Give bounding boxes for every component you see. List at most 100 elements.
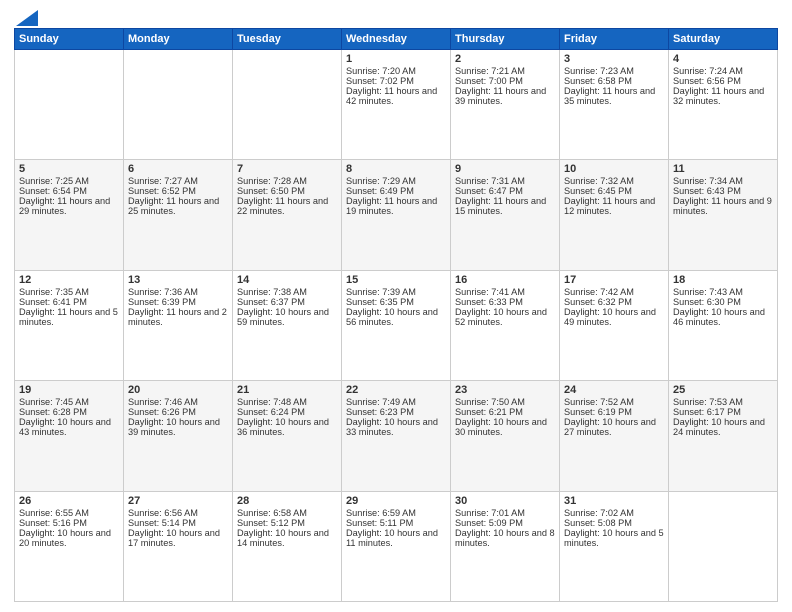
week-row-2: 5Sunrise: 7:25 AMSunset: 6:54 PMDaylight…: [15, 160, 778, 270]
day-number: 11: [673, 163, 773, 175]
calendar-cell: [669, 491, 778, 601]
calendar-cell: 14Sunrise: 7:38 AMSunset: 6:37 PMDayligh…: [233, 270, 342, 380]
day-info: Sunrise: 7:49 AM: [346, 397, 446, 407]
calendar-cell: 7Sunrise: 7:28 AMSunset: 6:50 PMDaylight…: [233, 160, 342, 270]
day-info: Daylight: 10 hours and 59 minutes.: [237, 307, 337, 327]
day-number: 28: [237, 495, 337, 507]
day-info: Sunset: 7:02 PM: [346, 76, 446, 86]
header: [14, 10, 778, 22]
weekday-header-friday: Friday: [560, 29, 669, 50]
day-info: Sunrise: 7:53 AM: [673, 397, 773, 407]
day-info: Daylight: 11 hours and 29 minutes.: [19, 196, 119, 216]
day-number: 14: [237, 274, 337, 286]
calendar-cell: 29Sunrise: 6:59 AMSunset: 5:11 PMDayligh…: [342, 491, 451, 601]
day-info: Sunrise: 7:20 AM: [346, 66, 446, 76]
calendar-cell: 6Sunrise: 7:27 AMSunset: 6:52 PMDaylight…: [124, 160, 233, 270]
day-info: Sunset: 6:58 PM: [564, 76, 664, 86]
calendar-cell: 3Sunrise: 7:23 AMSunset: 6:58 PMDaylight…: [560, 50, 669, 160]
day-info: Sunset: 6:33 PM: [455, 297, 555, 307]
day-info: Sunset: 6:45 PM: [564, 186, 664, 196]
day-info: Daylight: 11 hours and 22 minutes.: [237, 196, 337, 216]
day-info: Daylight: 10 hours and 11 minutes.: [346, 528, 446, 548]
day-number: 24: [564, 384, 664, 396]
day-info: Sunset: 6:43 PM: [673, 186, 773, 196]
day-number: 2: [455, 53, 555, 65]
calendar-cell: 5Sunrise: 7:25 AMSunset: 6:54 PMDaylight…: [15, 160, 124, 270]
calendar-cell: 9Sunrise: 7:31 AMSunset: 6:47 PMDaylight…: [451, 160, 560, 270]
day-info: Sunset: 7:00 PM: [455, 76, 555, 86]
day-info: Sunset: 6:49 PM: [346, 186, 446, 196]
calendar-cell: 20Sunrise: 7:46 AMSunset: 6:26 PMDayligh…: [124, 381, 233, 491]
day-info: Sunset: 6:19 PM: [564, 407, 664, 417]
day-info: Daylight: 10 hours and 20 minutes.: [19, 528, 119, 548]
calendar-cell: 23Sunrise: 7:50 AMSunset: 6:21 PMDayligh…: [451, 381, 560, 491]
day-info: Daylight: 10 hours and 39 minutes.: [128, 417, 228, 437]
day-number: 4: [673, 53, 773, 65]
day-number: 13: [128, 274, 228, 286]
day-info: Sunset: 6:37 PM: [237, 297, 337, 307]
day-info: Daylight: 11 hours and 5 minutes.: [19, 307, 119, 327]
day-info: Sunrise: 6:59 AM: [346, 508, 446, 518]
calendar-cell: 28Sunrise: 6:58 AMSunset: 5:12 PMDayligh…: [233, 491, 342, 601]
calendar-cell: 25Sunrise: 7:53 AMSunset: 6:17 PMDayligh…: [669, 381, 778, 491]
day-info: Daylight: 11 hours and 25 minutes.: [128, 196, 228, 216]
day-info: Daylight: 11 hours and 19 minutes.: [346, 196, 446, 216]
day-number: 6: [128, 163, 228, 175]
week-row-1: 1Sunrise: 7:20 AMSunset: 7:02 PMDaylight…: [15, 50, 778, 160]
day-number: 18: [673, 274, 773, 286]
day-info: Daylight: 10 hours and 27 minutes.: [564, 417, 664, 437]
day-info: Sunset: 5:09 PM: [455, 518, 555, 528]
day-info: Sunrise: 7:42 AM: [564, 287, 664, 297]
day-info: Sunrise: 7:32 AM: [564, 176, 664, 186]
calendar-cell: 18Sunrise: 7:43 AMSunset: 6:30 PMDayligh…: [669, 270, 778, 380]
day-info: Daylight: 10 hours and 52 minutes.: [455, 307, 555, 327]
day-info: Sunrise: 7:01 AM: [455, 508, 555, 518]
day-info: Sunset: 6:35 PM: [346, 297, 446, 307]
day-info: Sunrise: 6:56 AM: [128, 508, 228, 518]
day-info: Sunrise: 7:39 AM: [346, 287, 446, 297]
day-info: Daylight: 10 hours and 5 minutes.: [564, 528, 664, 548]
day-info: Sunset: 6:26 PM: [128, 407, 228, 417]
week-row-4: 19Sunrise: 7:45 AMSunset: 6:28 PMDayligh…: [15, 381, 778, 491]
day-info: Sunrise: 7:48 AM: [237, 397, 337, 407]
weekday-header-row: SundayMondayTuesdayWednesdayThursdayFrid…: [15, 29, 778, 50]
day-number: 10: [564, 163, 664, 175]
day-number: 21: [237, 384, 337, 396]
day-info: Daylight: 11 hours and 2 minutes.: [128, 307, 228, 327]
calendar-cell: [15, 50, 124, 160]
day-number: 8: [346, 163, 446, 175]
calendar-cell: 13Sunrise: 7:36 AMSunset: 6:39 PMDayligh…: [124, 270, 233, 380]
day-info: Sunrise: 7:31 AM: [455, 176, 555, 186]
day-info: Daylight: 10 hours and 33 minutes.: [346, 417, 446, 437]
day-info: Sunrise: 7:35 AM: [19, 287, 119, 297]
weekday-header-saturday: Saturday: [669, 29, 778, 50]
day-number: 16: [455, 274, 555, 286]
day-info: Sunrise: 7:34 AM: [673, 176, 773, 186]
day-info: Daylight: 10 hours and 17 minutes.: [128, 528, 228, 548]
day-info: Daylight: 11 hours and 32 minutes.: [673, 86, 773, 106]
day-info: Sunrise: 7:24 AM: [673, 66, 773, 76]
day-number: 19: [19, 384, 119, 396]
calendar-cell: 27Sunrise: 6:56 AMSunset: 5:14 PMDayligh…: [124, 491, 233, 601]
day-info: Sunset: 6:39 PM: [128, 297, 228, 307]
calendar-cell: 10Sunrise: 7:32 AMSunset: 6:45 PMDayligh…: [560, 160, 669, 270]
calendar-cell: 26Sunrise: 6:55 AMSunset: 5:16 PMDayligh…: [15, 491, 124, 601]
day-info: Daylight: 11 hours and 9 minutes.: [673, 196, 773, 216]
day-number: 7: [237, 163, 337, 175]
day-number: 17: [564, 274, 664, 286]
day-number: 30: [455, 495, 555, 507]
day-info: Daylight: 10 hours and 14 minutes.: [237, 528, 337, 548]
day-info: Daylight: 11 hours and 15 minutes.: [455, 196, 555, 216]
day-number: 9: [455, 163, 555, 175]
day-info: Sunrise: 7:45 AM: [19, 397, 119, 407]
day-info: Sunset: 6:24 PM: [237, 407, 337, 417]
day-number: 26: [19, 495, 119, 507]
weekday-header-monday: Monday: [124, 29, 233, 50]
calendar-cell: 24Sunrise: 7:52 AMSunset: 6:19 PMDayligh…: [560, 381, 669, 491]
calendar-cell: [124, 50, 233, 160]
day-info: Sunset: 6:50 PM: [237, 186, 337, 196]
day-info: Daylight: 10 hours and 36 minutes.: [237, 417, 337, 437]
calendar-cell: 12Sunrise: 7:35 AMSunset: 6:41 PMDayligh…: [15, 270, 124, 380]
day-info: Sunset: 5:11 PM: [346, 518, 446, 528]
calendar-cell: 1Sunrise: 7:20 AMSunset: 7:02 PMDaylight…: [342, 50, 451, 160]
